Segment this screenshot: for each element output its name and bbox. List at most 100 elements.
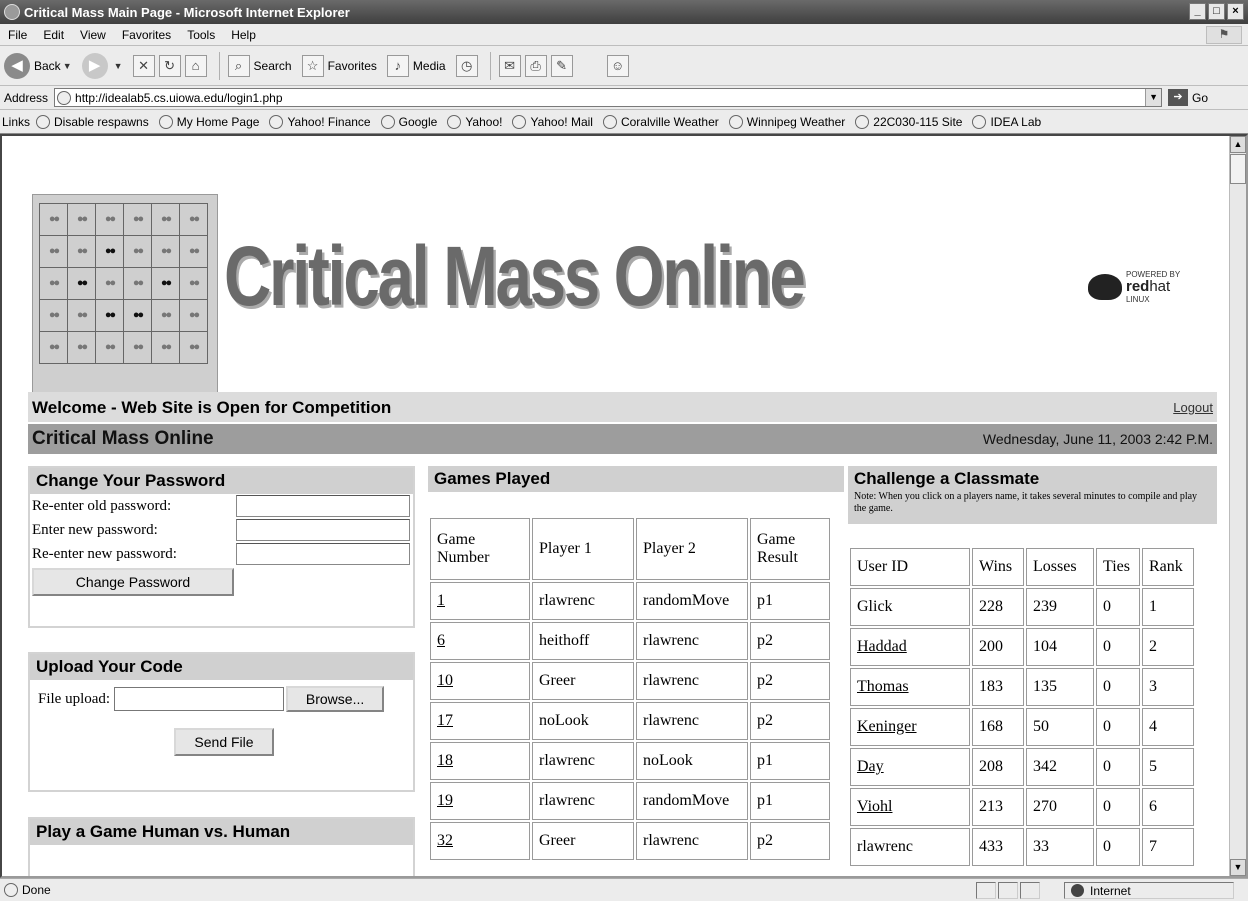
game-number-link[interactable]: 1 xyxy=(430,582,530,620)
leaderboard-table: User ID Wins Losses Ties Rank Glick 228 … xyxy=(848,546,1196,868)
game-number-link[interactable]: 32 xyxy=(430,822,530,860)
upload-code-title: Upload Your Code xyxy=(30,654,413,680)
challenge-header: Challenge a Classmate Note: When you cli… xyxy=(848,466,1217,524)
user-challenge-link[interactable]: Thomas xyxy=(850,668,970,706)
table-cell: 213 xyxy=(972,788,1024,826)
scroll-thumb[interactable] xyxy=(1230,154,1246,184)
table-header-row: User ID Wins Losses Ties Rank xyxy=(850,548,1194,586)
table-cell: p2 xyxy=(750,822,830,860)
user-challenge-link[interactable]: Viohl xyxy=(850,788,970,826)
table-cell: 0 xyxy=(1096,668,1140,706)
game-number-link[interactable]: 19 xyxy=(430,782,530,820)
user-challenge-link[interactable]: Keninger xyxy=(850,708,970,746)
forward-button[interactable]: ▶ ▼ xyxy=(81,52,123,79)
refresh-icon[interactable]: ↻ xyxy=(158,54,181,77)
search-icon: ⌕ xyxy=(227,54,250,77)
table-cell: 2 xyxy=(1142,628,1194,666)
game-board-logo: ●● ●● ●● ●● ●● ●● ●● ●● ●● ●● ●● ●● ●● ●● ●● ●● ●● ●● ●… xyxy=(32,194,218,404)
table-row: 17 noLook rlawrenc p2 xyxy=(430,702,830,740)
media-button[interactable]: ♪ Media xyxy=(386,54,446,77)
table-cell: 208 xyxy=(972,748,1024,786)
menu-file[interactable]: File xyxy=(0,28,35,42)
browse-button[interactable]: Browse... xyxy=(286,686,385,712)
print-icon[interactable]: ⎙ xyxy=(524,54,547,77)
table-row: Glick 228 239 0 1 xyxy=(850,588,1194,626)
close-button[interactable]: × xyxy=(1227,3,1244,20)
game-number-link[interactable]: 10 xyxy=(430,662,530,700)
menu-edit[interactable]: Edit xyxy=(35,28,72,42)
page-icon xyxy=(447,114,462,129)
change-password-button[interactable]: Change Password xyxy=(32,568,234,596)
link-item[interactable]: Coralville Weather xyxy=(602,114,719,129)
address-input[interactable]: http://idealab5.cs.uiowa.edu/login1.php … xyxy=(54,88,1163,107)
favorites-button[interactable]: ☆ Favorites xyxy=(301,54,377,77)
page-icon xyxy=(972,114,987,129)
table-row: 18 rlawrenc noLook p1 xyxy=(430,742,830,780)
link-item[interactable]: Yahoo! Finance xyxy=(269,114,371,129)
history-icon[interactable]: ◷ xyxy=(455,54,478,77)
status-cells xyxy=(976,882,1042,899)
back-arrow-icon: ◀ xyxy=(4,52,30,79)
status-text: Done xyxy=(22,883,51,897)
send-file-button[interactable]: Send File xyxy=(174,728,274,756)
link-item[interactable]: 22C030-115 Site xyxy=(855,114,962,129)
new-password-field[interactable] xyxy=(236,519,410,541)
game-number-link[interactable]: 18 xyxy=(430,742,530,780)
vertical-scrollbar[interactable]: ▲ ▼ xyxy=(1229,136,1246,876)
page-icon xyxy=(158,114,173,129)
home-icon[interactable]: ⌂ xyxy=(184,54,207,77)
user-id-cell: rlawrenc xyxy=(850,828,970,866)
back-label: Back xyxy=(34,58,61,73)
menu-help[interactable]: Help xyxy=(223,28,264,42)
table-row: Thomas 183 135 0 3 xyxy=(850,668,1194,706)
windows-flag-icon: ⚑ xyxy=(1206,26,1242,44)
menu-view[interactable]: View xyxy=(72,28,114,42)
menu-bar: File Edit View Favorites Tools Help ⚑ xyxy=(0,24,1248,46)
link-item[interactable]: Google xyxy=(380,114,437,129)
forward-arrow-icon: ▶ xyxy=(81,52,108,79)
table-cell: Greer xyxy=(532,822,634,860)
maximize-button[interactable]: □ xyxy=(1208,3,1225,20)
go-button[interactable]: ➔ Go xyxy=(1168,89,1208,106)
table-cell: noLook xyxy=(532,702,634,740)
link-item[interactable]: Yahoo! xyxy=(447,114,502,129)
status-cell xyxy=(1020,882,1040,899)
link-item[interactable]: Winnipeg Weather xyxy=(728,114,845,129)
table-cell: 433 xyxy=(972,828,1024,866)
link-item[interactable]: My Home Page xyxy=(158,114,259,129)
logout-link[interactable]: Logout xyxy=(1173,400,1213,415)
toolbar: ◀ Back ▼ ▶ ▼ ✕ ↻ ⌂ ⌕ Search ☆ Favorites … xyxy=(0,46,1248,86)
column-header: Player 1 xyxy=(532,518,634,580)
back-button[interactable]: ◀ Back ▼ xyxy=(4,52,72,79)
user-challenge-link[interactable]: Day xyxy=(850,748,970,786)
messenger-icon[interactable]: ☺ xyxy=(606,54,629,77)
table-cell: 1 xyxy=(1142,588,1194,626)
file-upload-field[interactable] xyxy=(114,687,285,711)
mail-icon[interactable]: ✉ xyxy=(498,54,521,77)
link-item[interactable]: Yahoo! Mail xyxy=(512,114,593,129)
media-label: Media xyxy=(412,58,446,73)
link-item[interactable]: Disable respawns xyxy=(36,114,149,129)
game-number-link[interactable]: 6 xyxy=(430,622,530,660)
confirm-password-field[interactable] xyxy=(236,543,410,565)
menu-favorites[interactable]: Favorites xyxy=(114,28,179,42)
link-item[interactable]: IDEA Lab xyxy=(972,114,1041,129)
chevron-down-icon[interactable]: ▼ xyxy=(1145,89,1162,106)
scroll-up-icon[interactable]: ▲ xyxy=(1230,136,1246,153)
edit-icon[interactable]: ✎ xyxy=(550,54,573,77)
search-button[interactable]: ⌕ Search xyxy=(227,54,292,77)
page-icon xyxy=(855,114,870,129)
welcome-text: Welcome - Web Site is Open for Competiti… xyxy=(32,398,392,417)
old-password-row: Re-enter old password: xyxy=(30,494,413,518)
page-icon xyxy=(4,883,18,897)
game-number-link[interactable]: 17 xyxy=(430,702,530,740)
scroll-down-icon[interactable]: ▼ xyxy=(1230,859,1246,876)
old-password-field[interactable] xyxy=(236,495,410,517)
address-url: http://idealab5.cs.uiowa.edu/login1.php xyxy=(75,90,283,105)
table-cell: 4 xyxy=(1142,708,1194,746)
stop-icon[interactable]: ✕ xyxy=(132,54,155,77)
minimize-button[interactable]: _ xyxy=(1189,3,1206,20)
user-challenge-link[interactable]: Haddad xyxy=(850,628,970,666)
menu-tools[interactable]: Tools xyxy=(179,28,223,42)
table-cell: 228 xyxy=(972,588,1024,626)
